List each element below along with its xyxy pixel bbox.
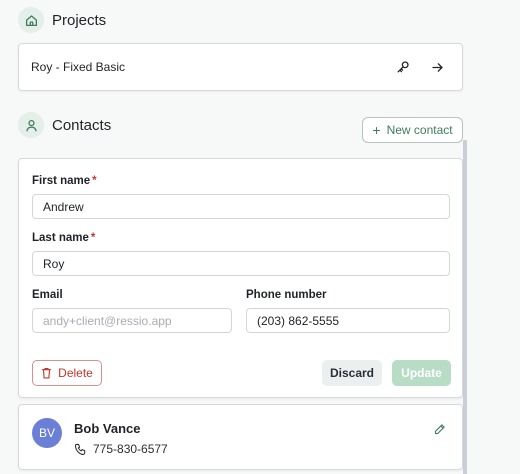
project-card[interactable]: Roy - Fixed Basic	[18, 43, 463, 91]
avatar: BV	[32, 418, 62, 448]
first-name-label: First name *	[32, 175, 97, 187]
trash-icon	[41, 367, 52, 379]
contacts-title: Contacts	[52, 116, 112, 134]
phone-icon	[74, 443, 86, 455]
contact-form: First name * Andrew Last name * Roy Email …	[18, 158, 463, 398]
projects-header: Projects	[18, 7, 106, 33]
project-name: Roy - Fixed Basic	[31, 60, 126, 74]
key-icon[interactable]	[390, 54, 416, 80]
last-name-field[interactable]: Roy	[32, 251, 450, 276]
new-contact-label: New contact	[386, 123, 453, 137]
scrollbar[interactable]	[463, 140, 467, 474]
phone-field[interactable]: (203) 862-5555	[246, 308, 450, 333]
plus-icon: +	[372, 122, 381, 138]
discard-button[interactable]: Discard	[322, 360, 382, 386]
update-button[interactable]: Update	[392, 360, 451, 386]
contact-phone: 775-830-6577	[74, 442, 168, 456]
arrow-right-icon[interactable]	[424, 54, 450, 80]
new-contact-button[interactable]: + New contact	[362, 117, 463, 143]
projects-title: Projects	[52, 11, 107, 29]
phone-label: Phone number	[246, 289, 327, 301]
contact-list-item[interactable]: BV Bob Vance 775-830-6577	[18, 404, 463, 470]
home-icon	[18, 7, 44, 33]
contact-name: Bob Vance	[74, 421, 141, 436]
contacts-header: Contacts	[18, 112, 111, 138]
email-field[interactable]: andy+client@ressio.app	[32, 308, 232, 333]
first-name-field[interactable]: Andrew	[32, 194, 450, 219]
edit-icon[interactable]	[431, 420, 449, 438]
last-name-label: Last name *	[32, 232, 96, 244]
email-label: Email	[32, 289, 63, 301]
delete-button[interactable]: Delete	[32, 360, 102, 386]
user-icon	[18, 112, 44, 138]
